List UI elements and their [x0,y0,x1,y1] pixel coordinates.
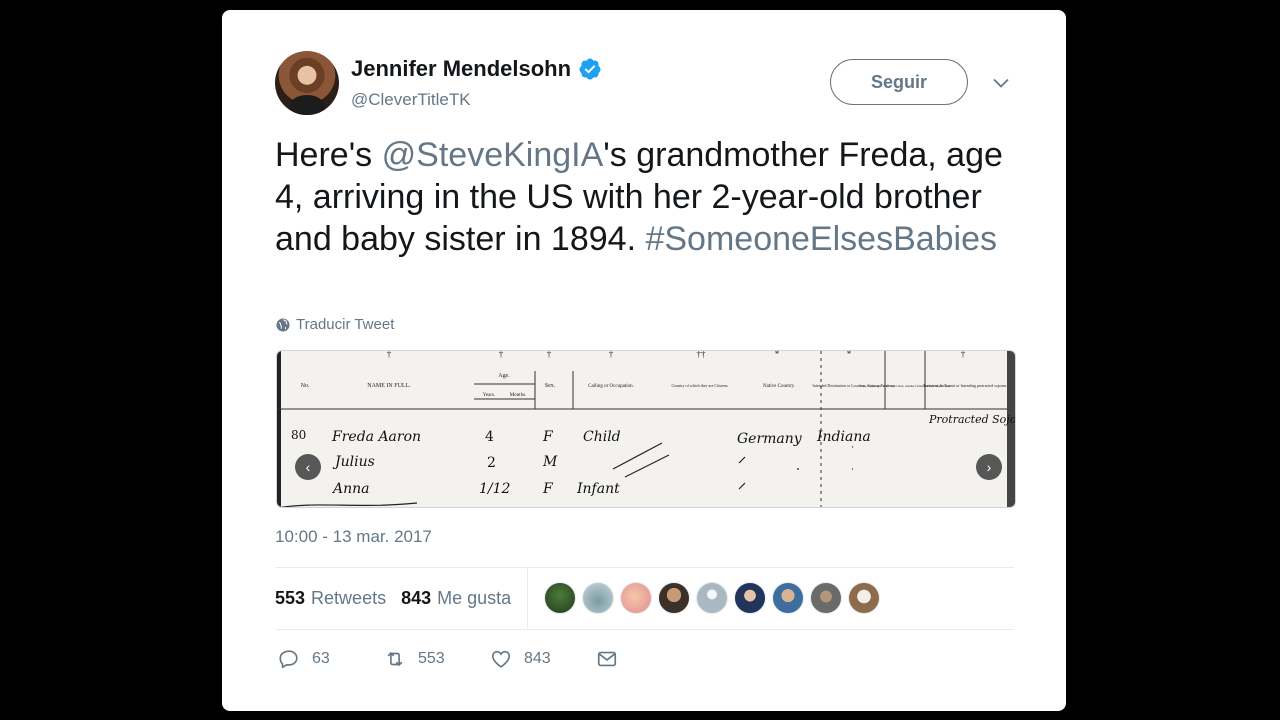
liker-avatar[interactable] [772,582,804,614]
header-cell: Country of which they are Citizens. [671,383,728,388]
divider [275,629,1014,630]
svg-text:*: * [775,351,780,359]
svg-text:†: † [547,351,552,359]
manifest-cell: F [542,481,554,497]
manifest-cell: Freda Aaron [331,429,421,445]
verified-badge-icon [579,58,601,80]
manifest-cell: Infant [576,481,620,497]
likes-count: 843 [401,588,432,608]
svg-text:†: † [961,351,966,359]
heart-icon [491,650,511,668]
retweets-label: Retweets [311,588,387,608]
reply-count: 63 [312,650,330,667]
retweets-count: 553 [275,588,306,608]
header-cell: No. [301,383,310,389]
mention-link[interactable]: @SteveKingIA [382,136,604,174]
author-name-row: Jennifer Mendelsohn [351,56,602,82]
liker-avatar[interactable] [696,582,728,614]
svg-text:†: † [609,351,614,359]
author-display-name[interactable]: Jennifer Mendelsohn [351,56,571,82]
like-action[interactable]: 843 [490,648,596,670]
like-count: 843 [524,650,551,667]
tweet-card: Jennifer Mendelsohn @CleverTitleTK Segui… [222,10,1066,711]
direct-message-action[interactable] [596,648,618,670]
chevron-down-icon[interactable] [992,74,1010,92]
manifest-cell: Child [583,429,621,445]
liker-avatar[interactable] [582,582,614,614]
tweet-actions: 63 553 843 [278,648,618,670]
retweet-count: 553 [418,650,445,667]
header-cell: Years. [483,393,495,398]
translate-label: Traducir Tweet [296,316,395,333]
translate-tweet-link[interactable]: Traducir Tweet [276,316,394,333]
author-avatar[interactable] [275,51,339,115]
header-cell: Age. [498,373,510,379]
header-cell: Months. [510,393,527,398]
liker-avatar[interactable] [810,582,842,614]
svg-text:††: †† [697,351,707,359]
tweet-timestamp[interactable]: 10:00 - 13 mar. 2017 [275,527,432,547]
tweet-image-manifest[interactable]: † † † † †† * * † No. NAME IN FULL. Age. Years. … [276,350,1016,508]
retweet-icon [387,651,403,667]
header-cell: Calling or Occupation. [588,384,634,389]
svg-text:†: † [499,351,504,359]
liker-avatar[interactable] [620,582,652,614]
manifest-cell: 2 [487,455,496,471]
svg-text:*: * [847,351,852,359]
carousel-next-button[interactable]: › [976,454,1002,480]
header-cell: Sex. [545,383,556,389]
stats-separator [527,567,528,629]
reply-action[interactable]: 63 [278,648,384,670]
liker-avatar[interactable] [658,582,690,614]
liker-avatar[interactable] [848,582,880,614]
envelope-icon [597,651,617,667]
retweet-action[interactable]: 553 [384,648,490,670]
liker-avatar[interactable] [734,582,766,614]
hashtag-link[interactable]: #SomeoneElsesBabies [645,220,997,258]
liker-avatar[interactable] [544,582,576,614]
reply-icon [279,650,298,669]
manifest-cell: M [542,454,558,470]
manifest-cell: 4 [485,429,494,445]
likes-stat[interactable]: 843 Me gusta [401,588,511,609]
manifest-cell: Anna [331,481,370,497]
tweet-text-part: Here's [275,136,382,174]
divider [275,567,1014,568]
header-cell: Native Country. [763,384,795,389]
manifest-cell: Julius [332,454,375,470]
tweet-text: Here's @SteveKingIA's grandmother Freda,… [275,134,1015,260]
header-cell: NAME IN FULL. [367,383,411,389]
manifest-cell: 1/12 [479,481,511,497]
liker-avatars [544,582,880,614]
author-handle[interactable]: @CleverTitleTK [351,90,471,110]
manifest-cell: 80 [291,428,306,442]
manifest-cell: F [542,429,554,445]
globe-icon [276,318,290,331]
svg-text:†: † [387,351,392,359]
manifest-cell: Indiana [816,429,871,445]
likes-label: Me gusta [437,588,512,608]
manifest-cell: Protracted Sojourn [928,413,1016,426]
retweets-stat[interactable]: 553 Retweets [275,588,386,609]
manifest-cell: Germany [737,431,803,447]
engagement-stats: 553 Retweets 843 Me gusta [275,588,526,609]
carousel-prev-button[interactable]: ‹ [295,454,321,480]
follow-button[interactable]: Seguir [830,59,968,105]
ship-manifest-image: † † † † †† * * † No. NAME IN FULL. Age. Years. … [277,351,1016,507]
